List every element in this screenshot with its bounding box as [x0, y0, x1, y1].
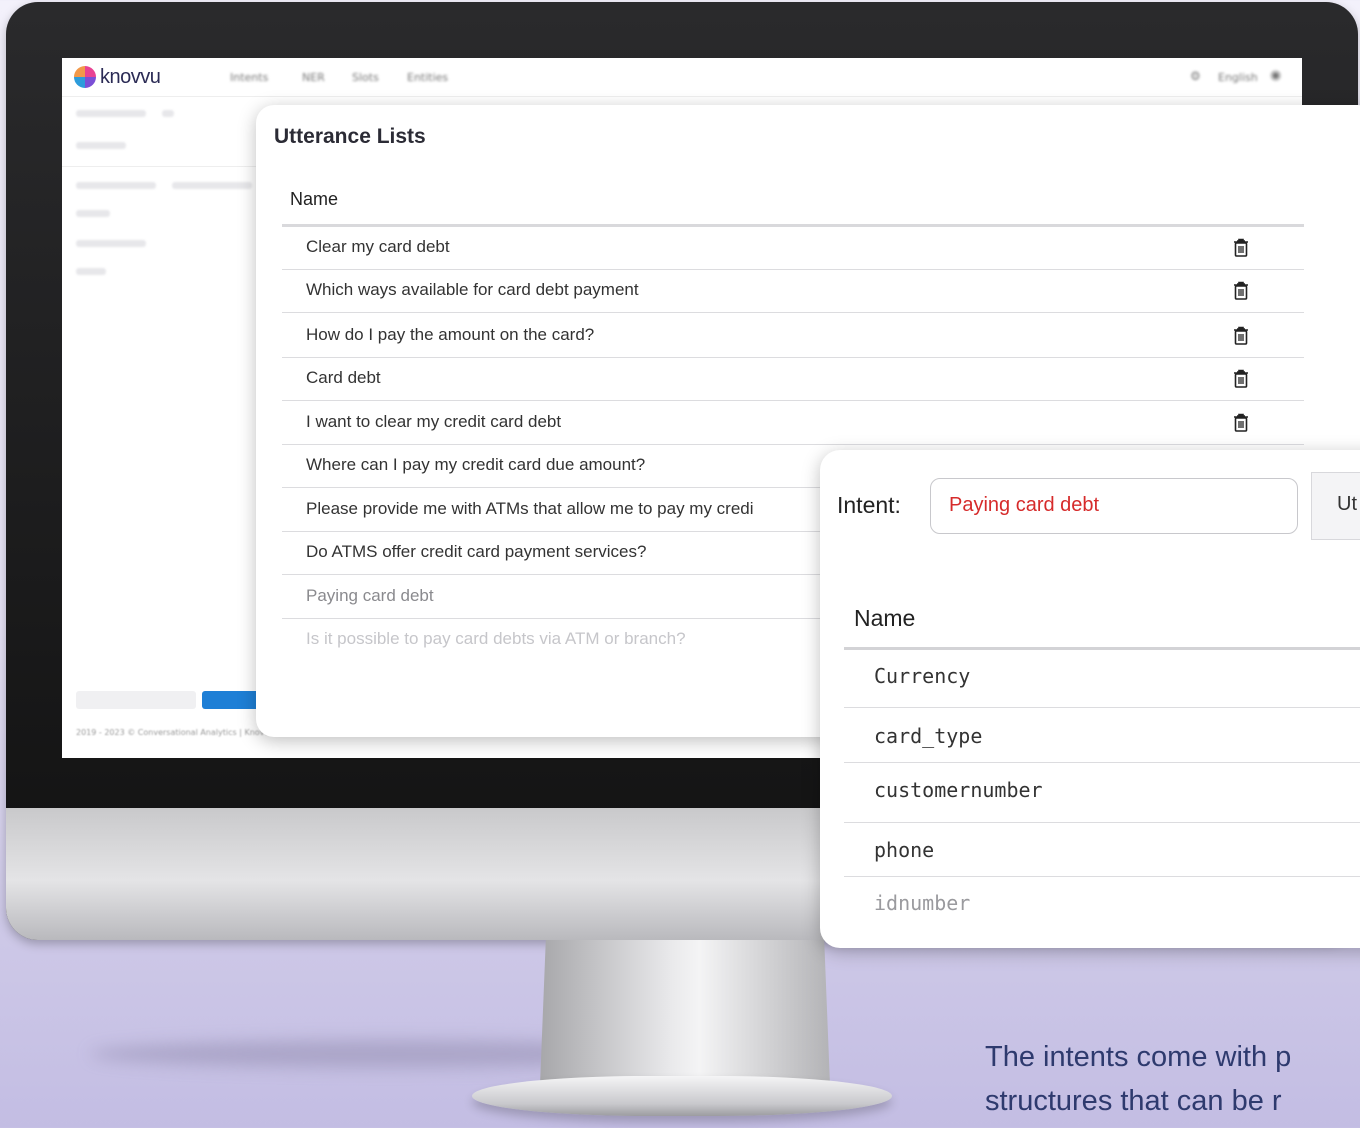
utterance-text: I want to clear my credit card debt: [306, 412, 562, 431]
utterance-text: Clear my card debt: [306, 237, 450, 256]
slot-name: phone: [874, 838, 935, 862]
slot-name: customernumber: [874, 778, 1043, 802]
column-header-name: Name: [290, 189, 339, 209]
table-header: Name: [282, 187, 1304, 227]
filter-chip: [76, 142, 126, 149]
monitor-stand-neck: [540, 940, 830, 1085]
trash-icon[interactable]: [1232, 369, 1250, 389]
app-footer: 2019 - 2023 © Conversational Analytics |…: [76, 728, 275, 737]
breadcrumb: [76, 110, 146, 117]
caption: The intents come with p structures that …: [985, 1035, 1360, 1123]
utterance-text: Which ways available for card debt payme…: [306, 280, 639, 299]
slot-name: idnumber: [874, 891, 971, 915]
modal-title: Utterance Lists: [274, 125, 426, 148]
table-header: Name: [844, 600, 1360, 650]
nav-item-slots[interactable]: Slots: [352, 71, 379, 84]
save-button[interactable]: [202, 691, 262, 709]
utterance-row[interactable]: How do I pay the amount on the card?: [282, 314, 1304, 358]
nav-item-entities[interactable]: Entities: [407, 71, 448, 84]
user-avatar-icon[interactable]: ◉: [1270, 68, 1281, 83]
form-value: [172, 182, 252, 189]
cancel-button[interactable]: [76, 691, 196, 709]
slot-name: Currency: [874, 664, 971, 688]
utterance-row[interactable]: Clear my card debt: [282, 226, 1304, 270]
form-label: [76, 210, 110, 217]
slot-name: card_type: [874, 724, 983, 748]
app-topbar: knovvu Intents NER Slots Entities ⚙ Engl…: [62, 58, 1302, 97]
nav-item-ner[interactable]: NER: [302, 71, 325, 84]
monitor-stand-base: [472, 1076, 892, 1116]
trash-icon[interactable]: [1232, 281, 1250, 301]
nav-item-intents[interactable]: Intents: [230, 71, 268, 84]
breadcrumb-sep: [162, 110, 174, 117]
utterance-text: Please provide me with ATMs that allow m…: [306, 499, 754, 518]
logo-text: knovvu: [100, 65, 161, 88]
slot-row[interactable]: idnumber: [844, 876, 1360, 936]
utterance-row[interactable]: Card debt: [282, 357, 1304, 401]
logo-mark-icon: [74, 66, 96, 88]
utterance-text: Paying card debt: [306, 586, 434, 605]
utterance-text: Card debt: [306, 368, 381, 387]
tab-label: Ut: [1337, 493, 1357, 515]
knovvu-logo[interactable]: knovvu: [74, 65, 161, 89]
form-label: [76, 182, 156, 189]
form-label: [76, 268, 106, 275]
caption-line-2: structures that can be r: [985, 1085, 1282, 1117]
trash-icon[interactable]: [1232, 326, 1250, 346]
slot-row[interactable]: card_type: [844, 707, 1360, 763]
tab-utterances[interactable]: Ut: [1311, 472, 1360, 540]
trash-icon[interactable]: [1232, 413, 1250, 433]
slot-row[interactable]: customernumber: [844, 762, 1360, 823]
intent-label: Intent:: [837, 492, 901, 518]
slot-row[interactable]: Currency: [844, 650, 1360, 708]
form-label: [76, 240, 146, 247]
intent-name-input[interactable]: Paying card debt: [930, 478, 1298, 534]
language-selector[interactable]: English: [1218, 71, 1258, 84]
utterance-text: How do I pay the amount on the card?: [306, 325, 595, 344]
divider: [62, 166, 262, 167]
gear-icon[interactable]: ⚙: [1190, 69, 1201, 83]
utterance-row[interactable]: I want to clear my credit card debt: [282, 401, 1304, 445]
caption-line-1: The intents come with p: [985, 1041, 1292, 1073]
utterance-text: Is it possible to pay card debts via ATM…: [306, 629, 686, 648]
utterance-text: Where can I pay my credit card due amoun…: [306, 455, 646, 474]
slot-row[interactable]: phone: [844, 822, 1360, 877]
trash-icon[interactable]: [1232, 238, 1250, 258]
utterance-text: Do ATMS offer credit card payment servic…: [306, 542, 647, 561]
column-header-name: Name: [854, 605, 916, 631]
intent-modal: Intent: Paying card debt Ut Name Currenc…: [820, 450, 1360, 948]
utterance-row[interactable]: Which ways available for card debt payme…: [282, 269, 1304, 313]
